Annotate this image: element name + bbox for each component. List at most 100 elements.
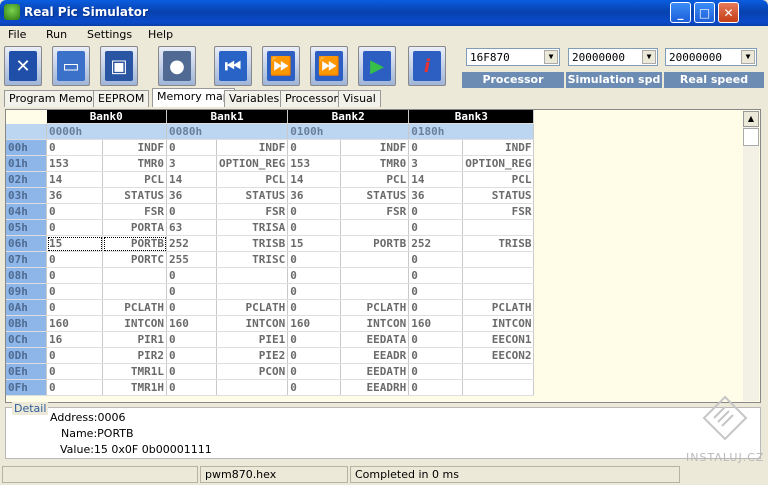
register-value[interactable]: 14	[287, 171, 342, 188]
minimize-button[interactable]: _	[670, 2, 691, 23]
step-over-button[interactable]: ⏩	[310, 46, 348, 86]
register-value[interactable]: 0	[408, 299, 464, 316]
register-value[interactable]: 0	[166, 379, 217, 396]
register-name[interactable]	[462, 283, 535, 300]
register-value[interactable]: 153	[287, 155, 342, 172]
register-value[interactable]: 63	[166, 219, 217, 236]
register-name[interactable]	[462, 219, 535, 236]
register-name[interactable]: EEDATA	[340, 331, 410, 348]
register-value[interactable]: 0	[46, 363, 103, 380]
register-value[interactable]: 160	[287, 315, 342, 332]
tab-eeprom[interactable]: EEPROM	[93, 90, 150, 107]
scroll-up-icon[interactable]: ▲	[743, 111, 759, 127]
register-value[interactable]: 36	[408, 187, 464, 204]
scroll-thumb[interactable]	[743, 128, 759, 146]
register-name[interactable]: INDF	[216, 139, 289, 156]
register-value[interactable]: 0	[287, 331, 342, 348]
register-value[interactable]: 16	[46, 331, 103, 348]
register-name[interactable]	[340, 283, 410, 300]
register-value[interactable]: 0	[166, 331, 217, 348]
chevron-down-icon[interactable]: ▼	[642, 50, 656, 64]
register-name[interactable]	[462, 251, 535, 268]
register-name[interactable]: TMR1L	[102, 363, 167, 380]
register-value[interactable]: 0	[166, 363, 217, 380]
register-name[interactable]	[340, 219, 410, 236]
register-name[interactable]: STATUS	[216, 187, 289, 204]
menu-file[interactable]: File	[8, 28, 26, 41]
register-name[interactable]: INTCON	[216, 315, 289, 332]
register-name[interactable]: STATUS	[340, 187, 410, 204]
menu-settings[interactable]: Settings	[87, 28, 132, 41]
register-value[interactable]: 0	[166, 299, 217, 316]
run-button[interactable]: ▶	[358, 46, 396, 86]
register-name[interactable]: PIE1	[216, 331, 289, 348]
maximize-button[interactable]: □	[694, 2, 715, 23]
register-value[interactable]: 160	[46, 315, 103, 332]
register-value[interactable]: 3	[408, 155, 464, 172]
register-name[interactable]: PORTB	[102, 235, 167, 252]
register-name[interactable]: EECON1	[462, 331, 535, 348]
register-value[interactable]: 0	[287, 283, 342, 300]
register-value[interactable]: 0	[46, 219, 103, 236]
register-name[interactable]	[462, 267, 535, 284]
register-value[interactable]: 255	[166, 251, 217, 268]
register-value[interactable]: 0	[46, 251, 103, 268]
register-value[interactable]: 0	[287, 347, 342, 364]
register-name[interactable]: TMR0	[102, 155, 167, 172]
register-name[interactable]: OPTION_REG	[216, 155, 289, 172]
register-value[interactable]: 0	[287, 267, 342, 284]
register-value[interactable]: 0	[408, 347, 464, 364]
register-name[interactable]: PORTC	[102, 251, 167, 268]
register-name[interactable]: INDF	[462, 139, 535, 156]
step-button[interactable]: ⏩	[262, 46, 300, 86]
real-speed-select[interactable]: 20000000 ▼	[665, 48, 757, 66]
register-value[interactable]: 36	[46, 187, 103, 204]
register-name[interactable]: PCL	[462, 171, 535, 188]
register-name[interactable]: INDF	[102, 139, 167, 156]
processor-select[interactable]: 16F870 ▼	[466, 48, 560, 66]
register-value[interactable]: 0	[46, 299, 103, 316]
register-value[interactable]: 0	[408, 331, 464, 348]
register-value[interactable]: 0	[287, 299, 342, 316]
save-button[interactable]: ▣	[100, 46, 138, 86]
reset-button[interactable]: ⏮	[214, 46, 252, 86]
register-name[interactable]	[216, 283, 289, 300]
register-name[interactable]: PCLATH	[462, 299, 535, 316]
register-name[interactable]: PCON	[216, 363, 289, 380]
register-value[interactable]: 0	[408, 251, 464, 268]
register-name[interactable]: PIR1	[102, 331, 167, 348]
register-value[interactable]: 36	[166, 187, 217, 204]
register-name[interactable]: FSR	[462, 203, 535, 220]
register-value[interactable]: 15	[287, 235, 342, 252]
menu-help[interactable]: Help	[148, 28, 173, 41]
chevron-down-icon[interactable]: ▼	[544, 50, 558, 64]
tab-variables[interactable]: Variables	[224, 90, 285, 107]
register-name[interactable]: INTCON	[462, 315, 535, 332]
register-value[interactable]: 252	[408, 235, 464, 252]
register-name[interactable]	[462, 379, 535, 396]
register-value[interactable]: 0	[408, 379, 464, 396]
register-value[interactable]: 0	[287, 139, 342, 156]
breakpoint-button[interactable]: ●	[158, 46, 196, 86]
register-value[interactable]: 0	[287, 219, 342, 236]
register-value[interactable]: 0	[166, 347, 217, 364]
register-name[interactable]: STATUS	[462, 187, 535, 204]
register-name[interactable]: PORTB	[340, 235, 410, 252]
vertical-scrollbar[interactable]: ▲	[743, 111, 759, 401]
register-value[interactable]: 14	[408, 171, 464, 188]
menu-run[interactable]: Run	[46, 28, 67, 41]
register-name[interactable]: PCLATH	[216, 299, 289, 316]
register-name[interactable]	[102, 283, 167, 300]
register-value[interactable]: 0	[46, 139, 103, 156]
register-name[interactable]: EECON2	[462, 347, 535, 364]
chevron-down-icon[interactable]: ▼	[741, 50, 755, 64]
register-name[interactable]: INDF	[340, 139, 410, 156]
register-value[interactable]: 14	[46, 171, 103, 188]
register-value[interactable]: 0	[287, 251, 342, 268]
register-name[interactable]: PCLATH	[102, 299, 167, 316]
register-name[interactable]: PCLATH	[340, 299, 410, 316]
register-name[interactable]: PIE2	[216, 347, 289, 364]
register-value[interactable]: 0	[287, 203, 342, 220]
register-value[interactable]: 0	[166, 139, 217, 156]
close-button[interactable]: ✕	[718, 2, 739, 23]
